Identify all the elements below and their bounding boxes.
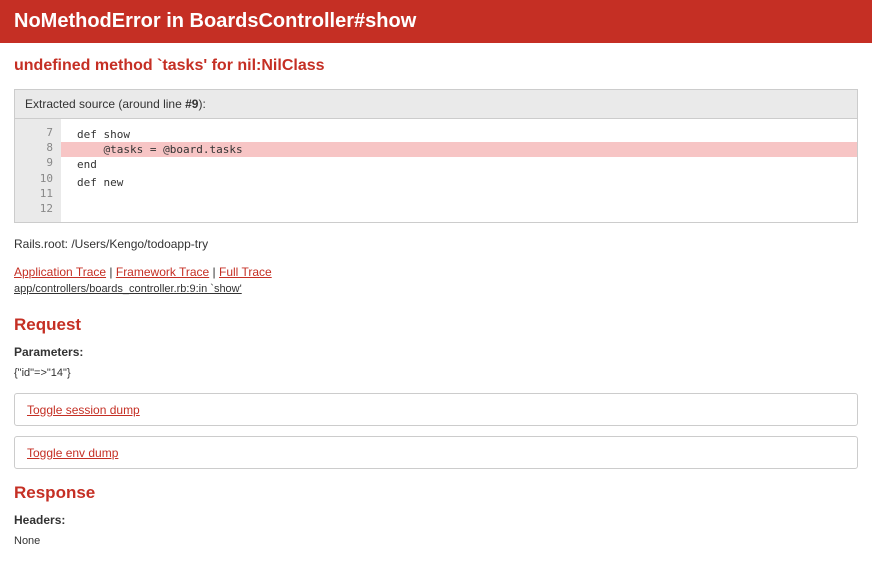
toggle-env-link[interactable]: Toggle env dump	[27, 446, 118, 460]
source-heading-line: #9	[185, 97, 198, 111]
toggle-session-link[interactable]: Toggle session dump	[27, 403, 140, 417]
source-extract-box: Extracted source (around line #9): 7 8 9…	[14, 89, 858, 223]
framework-trace-link[interactable]: Framework Trace	[116, 265, 209, 279]
code-line: end	[61, 157, 857, 172]
line-number: 9	[23, 155, 53, 170]
exception-message: undefined method `tasks' for nil:NilClas…	[14, 57, 858, 75]
source-extract-heading: Extracted source (around line #9):	[15, 90, 857, 119]
code-col: def show @tasks = @board.tasks end def n…	[61, 119, 857, 222]
parameters-label: Parameters:	[14, 345, 858, 359]
trace-sep: |	[106, 265, 116, 279]
trace-links: Application Trace | Framework Trace | Fu…	[14, 265, 858, 279]
line-number: 8	[23, 140, 53, 155]
headers-label: Headers:	[14, 513, 858, 527]
headers-value: None	[14, 535, 858, 547]
line-number: 10	[23, 171, 53, 186]
source-lines: 7 8 9 10 11 12 def show @tasks = @board.…	[15, 119, 857, 222]
line-numbers-col: 7 8 9 10 11 12	[15, 119, 61, 222]
code-line-highlight: @tasks = @board.tasks	[61, 142, 857, 157]
trace-line: app/controllers/boards_controller.rb:9:i…	[14, 283, 858, 295]
line-number: 7	[23, 125, 53, 140]
response-heading: Response	[14, 483, 858, 503]
source-heading-prefix: Extracted source (around line	[25, 97, 185, 111]
line-number: 11	[23, 186, 53, 201]
trace-sep: |	[209, 265, 219, 279]
error-header: NoMethodError in BoardsController#show	[0, 0, 872, 43]
toggle-env-box: Toggle env dump	[14, 436, 858, 469]
code-line: def show	[61, 127, 857, 142]
content-area: undefined method `tasks' for nil:NilClas…	[0, 43, 872, 561]
rails-root: Rails.root: /Users/Kengo/todoapp-try	[14, 237, 858, 251]
parameters-value: {"id"=>"14"}	[14, 367, 858, 379]
source-heading-suffix: ):	[198, 97, 205, 111]
request-heading: Request	[14, 315, 858, 335]
full-trace-link[interactable]: Full Trace	[219, 265, 272, 279]
error-title: NoMethodError in BoardsController#show	[14, 10, 858, 33]
application-trace-link[interactable]: Application Trace	[14, 265, 106, 279]
code-line: def new	[61, 175, 857, 190]
toggle-session-box: Toggle session dump	[14, 393, 858, 426]
line-number: 12	[23, 201, 53, 216]
